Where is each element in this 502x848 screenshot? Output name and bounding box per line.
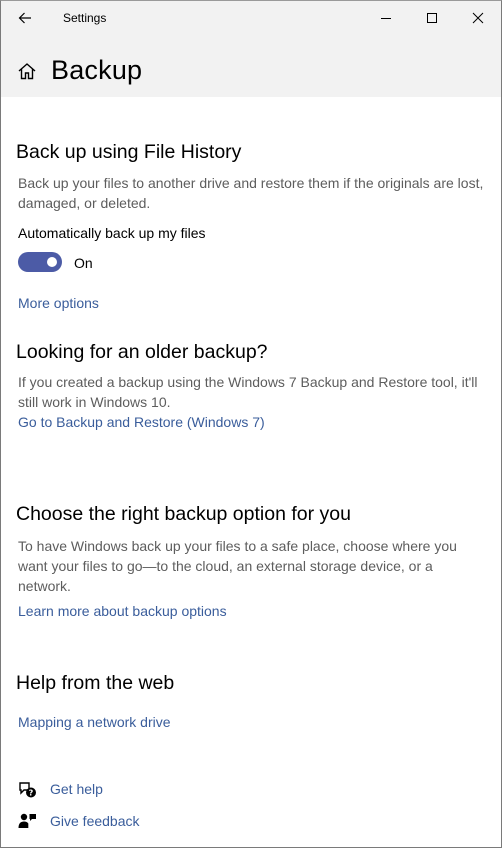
- toggle-knob: [47, 257, 57, 267]
- auto-backup-toggle[interactable]: [18, 252, 62, 272]
- title-bar: Settings: [1, 1, 501, 35]
- auto-backup-label: Automatically back up my files: [18, 225, 206, 241]
- file-history-description: Back up your files to another drive and …: [18, 175, 484, 211]
- mapping-network-drive-link[interactable]: Mapping a network drive: [18, 714, 171, 730]
- give-feedback-label: Give feedback: [50, 813, 140, 829]
- settings-window: Settings Backup Back up using File Histo…: [0, 0, 502, 848]
- back-button[interactable]: [9, 3, 41, 33]
- backup-restore-win7-link[interactable]: Go to Backup and Restore (Windows 7): [18, 414, 265, 430]
- page-title: Backup: [51, 55, 143, 85]
- chat-help-icon: ?: [19, 782, 36, 798]
- help-web-heading: Help from the web: [16, 672, 175, 694]
- feedback-person-icon: [18, 813, 36, 828]
- file-history-heading: Back up using File History: [16, 141, 242, 163]
- maximize-button[interactable]: [409, 1, 455, 35]
- more-options-link[interactable]: More options: [18, 295, 99, 311]
- learn-more-backup-link[interactable]: Learn more about backup options: [18, 603, 227, 619]
- choose-option-heading: Choose the right backup option for you: [16, 503, 351, 525]
- older-backup-heading: Looking for an older backup?: [16, 341, 268, 363]
- older-backup-description: If you created a backup using the Window…: [18, 374, 478, 410]
- minimize-button[interactable]: [363, 1, 409, 35]
- back-arrow-icon: [18, 12, 31, 24]
- svg-text:?: ?: [29, 789, 34, 798]
- home-icon: [18, 63, 36, 80]
- window-title: Settings: [63, 11, 107, 25]
- minimize-icon: [381, 18, 391, 19]
- maximize-icon: [427, 13, 437, 23]
- get-help-label: Get help: [50, 781, 103, 797]
- choose-option-description: To have Windows back up your files to a …: [18, 538, 457, 594]
- close-icon: [472, 12, 484, 24]
- close-button[interactable]: [455, 1, 501, 35]
- page-header: Backup: [1, 35, 501, 97]
- toggle-state-label: On: [74, 255, 93, 271]
